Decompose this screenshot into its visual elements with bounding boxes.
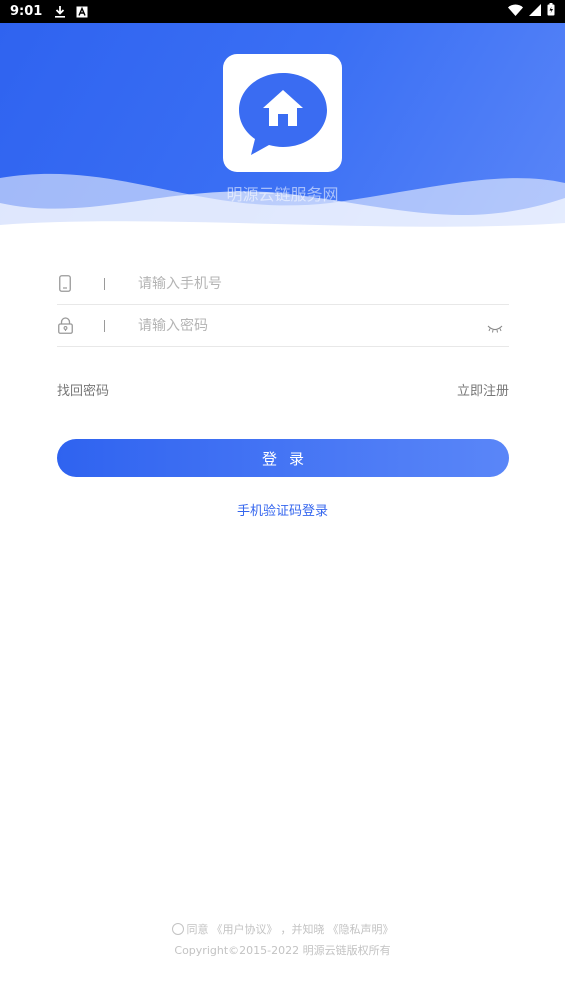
user-agreement-link[interactable]: 《用户协议》 bbox=[212, 921, 278, 937]
eye-closed-icon[interactable] bbox=[487, 319, 503, 338]
app-name: 明源云链服务网 bbox=[226, 185, 339, 204]
sms-login-link[interactable]: 手机验证码登录 bbox=[0, 500, 565, 519]
login-form bbox=[57, 263, 509, 347]
register-link[interactable]: 立即注册 bbox=[457, 380, 509, 399]
forgot-password-link[interactable]: 找回密码 bbox=[57, 380, 109, 399]
phone-field bbox=[57, 263, 509, 305]
wifi-icon bbox=[508, 4, 523, 20]
copyright: Copyright©2015-2022 明源云链版权所有 bbox=[174, 944, 391, 957]
agree-radio[interactable] bbox=[171, 923, 184, 935]
signal-icon bbox=[529, 3, 541, 20]
agree-prefix: 同意 bbox=[186, 923, 209, 936]
status-bar: 9:01 bbox=[0, 0, 565, 23]
battery-icon bbox=[547, 3, 555, 20]
login-button[interactable]: 登录 bbox=[57, 439, 509, 477]
a-badge-icon bbox=[76, 6, 88, 18]
status-time: 9:01 bbox=[10, 4, 43, 19]
password-input[interactable] bbox=[138, 317, 458, 334]
phone-input[interactable] bbox=[138, 275, 458, 292]
download-icon bbox=[54, 5, 66, 18]
app-logo bbox=[223, 54, 342, 172]
chat-house-icon bbox=[238, 73, 327, 155]
password-field bbox=[57, 305, 509, 347]
field-separator bbox=[104, 319, 105, 332]
header-banner: 明源云链服务网 bbox=[0, 23, 565, 238]
and-know-text: ，并知晓 bbox=[280, 923, 325, 936]
privacy-link[interactable]: 《隐私声明》 bbox=[328, 921, 394, 937]
footer: 同意 《用户协议》 ，并知晓 《隐私声明》 Copyright©2015-2022 明… bbox=[0, 921, 565, 958]
phone-icon bbox=[57, 275, 73, 292]
field-separator bbox=[104, 277, 105, 290]
account-links: 找回密码 立即注册 bbox=[57, 380, 509, 399]
lock-icon bbox=[57, 317, 73, 334]
agreement-row: 同意 《用户协议》 ，并知晓 《隐私声明》 bbox=[0, 921, 565, 937]
